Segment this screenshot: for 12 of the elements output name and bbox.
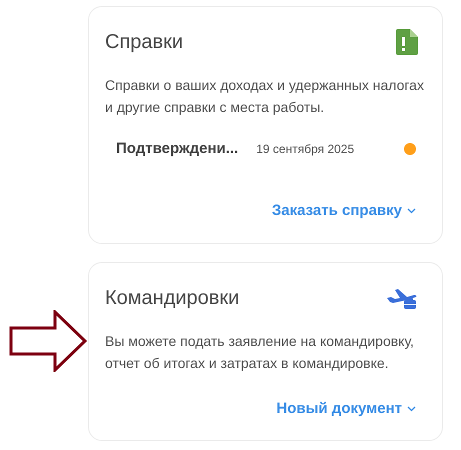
document-date: 19 сентября 2025 [256, 141, 354, 158]
document-alert-icon [396, 29, 418, 55]
action-link[interactable]: Заказать справку [272, 200, 416, 222]
action-link[interactable]: Новый документ [276, 398, 416, 420]
card-title: Справки [105, 30, 184, 55]
card-description: Вы можете подать заявление на командировку, отчет об итогах и затратах в командировке. [105, 332, 415, 373]
chevron-down-icon [407, 208, 416, 214]
chevron-down-icon [407, 406, 416, 412]
card-title: Командировки [105, 286, 240, 310]
document-row[interactable]: Подтверждени... 19 сентября 2025 [105, 134, 426, 164]
card-description: Справки о ваших доходах и удержанных налогах и другие справки с места работы. [105, 76, 425, 117]
document-name: Подтверждени... [116, 138, 238, 159]
